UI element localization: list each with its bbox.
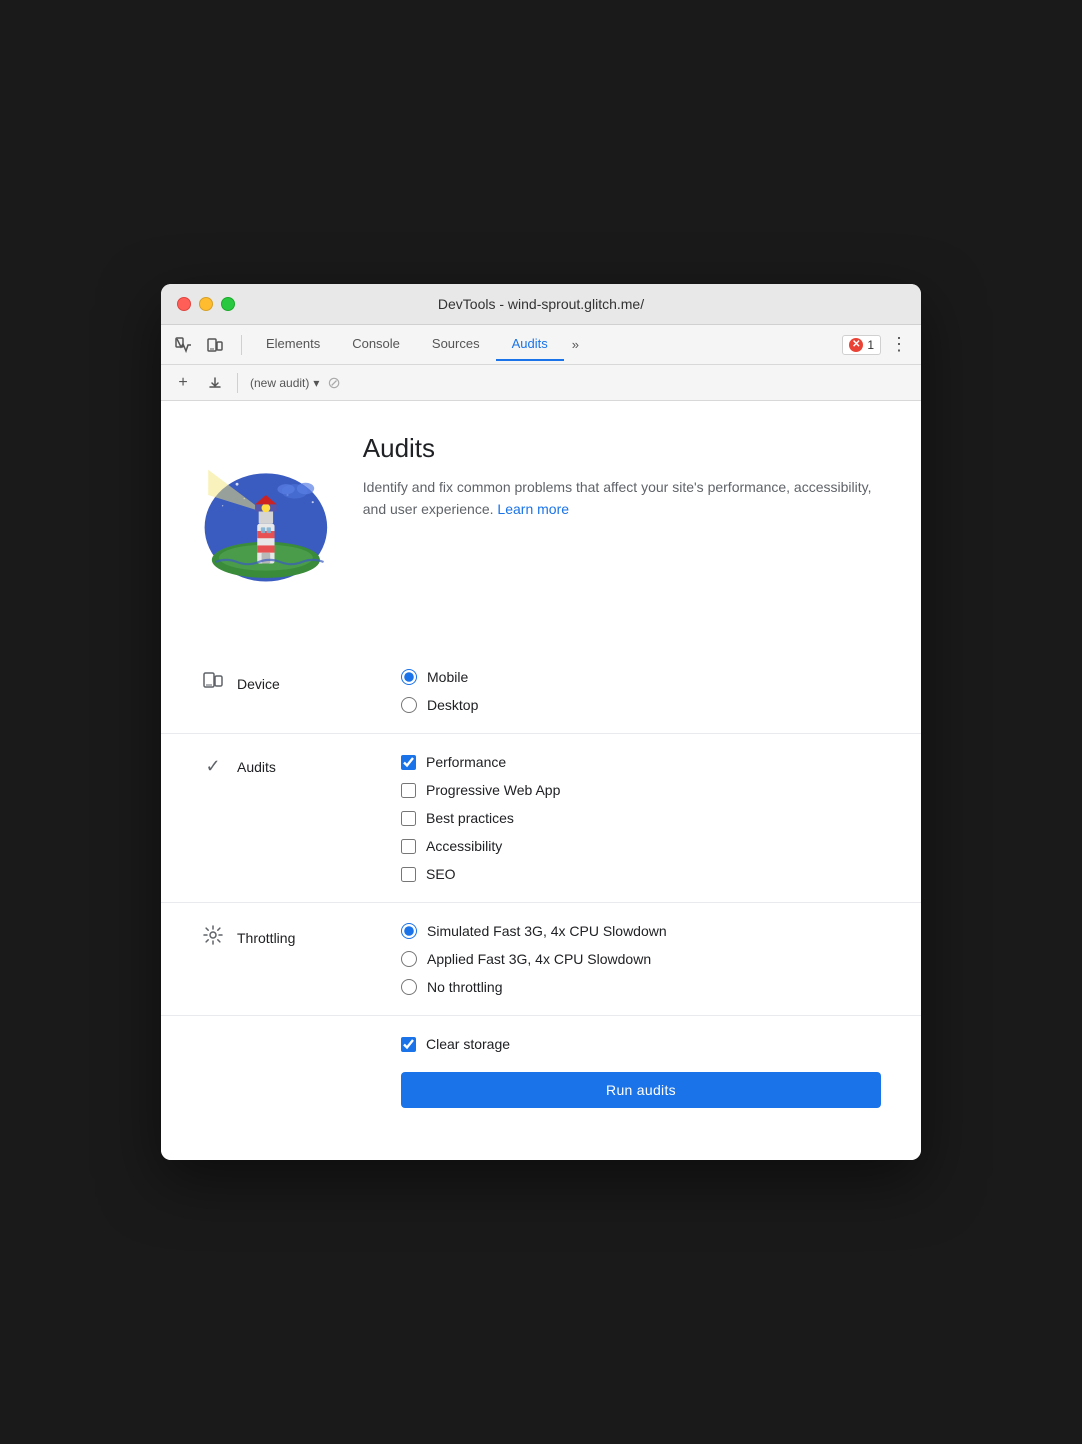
clear-storage-label: Clear storage xyxy=(426,1036,510,1052)
bottom-section: Clear storage Run audits xyxy=(161,1016,921,1128)
traffic-lights xyxy=(177,297,235,311)
accessibility-checkbox[interactable] xyxy=(401,839,416,854)
best-practices-label: Best practices xyxy=(426,810,514,826)
toolbar-right: ✕ 1 ⋮ xyxy=(842,331,913,359)
download-button[interactable] xyxy=(201,369,229,397)
audits-title: Audits xyxy=(363,433,881,464)
device-icon xyxy=(201,671,225,696)
simulated-throttling-label: Simulated Fast 3G, 4x CPU Slowdown xyxy=(427,923,667,939)
desktop-radio[interactable] xyxy=(401,697,417,713)
lighthouse-illustration xyxy=(201,433,331,593)
audits-label: ✓ Audits xyxy=(201,754,401,777)
error-badge[interactable]: ✕ 1 xyxy=(842,335,881,355)
inspect-element-button[interactable] xyxy=(169,331,197,359)
performance-label: Performance xyxy=(426,754,506,770)
no-throttling-radio[interactable] xyxy=(401,979,417,995)
device-label: Device xyxy=(201,669,401,696)
pwa-label: Progressive Web App xyxy=(426,782,560,798)
simulated-throttling-option[interactable]: Simulated Fast 3G, 4x CPU Slowdown xyxy=(401,923,881,939)
tab-sources[interactable]: Sources xyxy=(416,328,496,361)
main-content: Audits Identify and fix common problems … xyxy=(161,401,921,1160)
devtools-window: DevTools - wind-sprout.glitch.me/ Elemen… xyxy=(161,284,921,1160)
subtoolbar: + (new audit) ▾ ⊘ xyxy=(161,365,921,401)
throttling-section-label: Throttling xyxy=(237,930,295,946)
mobile-option[interactable]: Mobile xyxy=(401,669,881,685)
applied-throttling-label: Applied Fast 3G, 4x CPU Slowdown xyxy=(427,951,651,967)
no-entry-icon: ⊘ xyxy=(327,373,340,393)
titlebar-title: DevTools - wind-sprout.glitch.me/ xyxy=(438,296,644,312)
tab-console[interactable]: Console xyxy=(336,328,416,361)
error-count: 1 xyxy=(867,338,874,352)
more-options-button[interactable]: ⋮ xyxy=(885,331,913,359)
minimize-button[interactable] xyxy=(199,297,213,311)
seo-checkbox[interactable] xyxy=(401,867,416,882)
bottom-options: Clear storage Run audits xyxy=(201,1036,881,1108)
best-practices-option[interactable]: Best practices xyxy=(401,810,881,826)
audit-select[interactable]: (new audit) ▾ xyxy=(246,374,323,392)
mobile-radio[interactable] xyxy=(401,669,417,685)
subtoolbar-divider xyxy=(237,373,238,393)
chevron-down-icon: ▾ xyxy=(313,376,319,390)
best-practices-checkbox[interactable] xyxy=(401,811,416,826)
add-audit-button[interactable]: + xyxy=(169,369,197,397)
pwa-checkbox[interactable] xyxy=(401,783,416,798)
audit-select-label: (new audit) xyxy=(250,376,309,390)
no-throttling-label: No throttling xyxy=(427,979,502,995)
run-audits-button[interactable]: Run audits xyxy=(401,1072,881,1108)
mobile-label: Mobile xyxy=(427,669,468,685)
simulated-throttling-radio[interactable] xyxy=(401,923,417,939)
throttling-label: Throttling xyxy=(201,923,401,950)
device-section: Device Mobile Desktop xyxy=(161,649,921,734)
close-button[interactable] xyxy=(177,297,191,311)
device-options: Mobile Desktop xyxy=(401,669,881,713)
clear-storage-checkbox[interactable] xyxy=(401,1037,416,1052)
no-throttling-option[interactable]: No throttling xyxy=(401,979,881,995)
audits-description: Identify and fix common problems that af… xyxy=(363,476,881,521)
tab-elements[interactable]: Elements xyxy=(250,328,336,361)
device-section-label: Device xyxy=(237,676,280,692)
applied-throttling-option[interactable]: Applied Fast 3G, 4x CPU Slowdown xyxy=(401,951,881,967)
accessibility-label: Accessibility xyxy=(426,838,502,854)
gear-icon xyxy=(201,925,225,950)
desktop-label: Desktop xyxy=(427,697,478,713)
toolbar-icons xyxy=(169,331,229,359)
seo-option[interactable]: SEO xyxy=(401,866,881,882)
audits-section: ✓ Audits Performance Progressive Web App… xyxy=(161,734,921,903)
hero-section: Audits Identify and fix common problems … xyxy=(201,433,881,617)
clear-storage-option[interactable]: Clear storage xyxy=(401,1036,881,1052)
tabs-toolbar: Elements Console Sources Audits » ✕ 1 ⋮ xyxy=(161,325,921,365)
tab-more[interactable]: » xyxy=(564,329,587,360)
learn-more-link[interactable]: Learn more xyxy=(497,501,569,517)
toolbar-divider-1 xyxy=(241,335,242,355)
performance-option[interactable]: Performance xyxy=(401,754,881,770)
checkmark-icon: ✓ xyxy=(201,756,225,777)
pwa-option[interactable]: Progressive Web App xyxy=(401,782,881,798)
hero-text: Audits Identify and fix common problems … xyxy=(363,433,881,521)
applied-throttling-radio[interactable] xyxy=(401,951,417,967)
performance-checkbox[interactable] xyxy=(401,755,416,770)
throttling-options: Simulated Fast 3G, 4x CPU Slowdown Appli… xyxy=(401,923,881,995)
audits-section-label: Audits xyxy=(237,759,276,775)
audits-options: Performance Progressive Web App Best pra… xyxy=(401,754,881,882)
tabs: Elements Console Sources Audits » xyxy=(250,328,838,361)
maximize-button[interactable] xyxy=(221,297,235,311)
tab-audits[interactable]: Audits xyxy=(496,328,564,361)
error-icon: ✕ xyxy=(849,338,863,352)
device-toolbar-button[interactable] xyxy=(201,331,229,359)
desktop-option[interactable]: Desktop xyxy=(401,697,881,713)
titlebar: DevTools - wind-sprout.glitch.me/ xyxy=(161,284,921,325)
throttling-section: Throttling Simulated Fast 3G, 4x CPU Slo… xyxy=(161,903,921,1016)
seo-label: SEO xyxy=(426,866,456,882)
accessibility-option[interactable]: Accessibility xyxy=(401,838,881,854)
